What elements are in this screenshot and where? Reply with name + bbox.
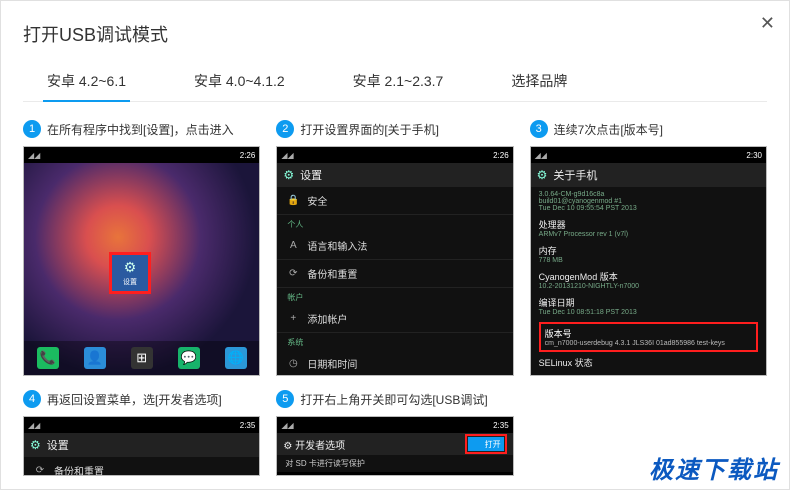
cpu-label: 处理器 (539, 218, 758, 231)
step-text: 连续7次点击[版本号] (554, 121, 663, 138)
step-badge: 5 (276, 390, 294, 408)
step-text: 打开设置界面的[关于手机] (300, 121, 439, 138)
steps-row-1: 1 在所有程序中找到[设置]，点击进入 ◢◢ 2:26 ⚙ 设置 📞 (23, 120, 767, 376)
backup-icon: ⟳ (287, 268, 299, 279)
gear-icon: ⚙ (124, 259, 137, 276)
tab-android-42-61[interactable]: 安卓 4.2~6.1 (43, 63, 130, 101)
clock: 2:26 (240, 151, 256, 160)
backup-icon: ⟳ (34, 465, 46, 476)
app-label: 设置 (123, 277, 137, 287)
dock: 📞 👤 ⊞ 💬 🌐 (24, 341, 259, 375)
tabs: 安卓 4.2~6.1 安卓 4.0~4.1.2 安卓 2.1~2.3.7 选择品… (23, 63, 767, 102)
section-account: 帐户 (277, 288, 512, 305)
language-icon: A (287, 240, 299, 251)
section-personal: 个人 (277, 215, 512, 232)
cm-label: CyanogenMod 版本 (539, 270, 758, 283)
selinux-label: SELinux 状态 (539, 356, 758, 369)
step-text: 在所有程序中找到[设置]，点击进入 (47, 121, 234, 138)
dev-toggle-on: 打开 (468, 437, 504, 451)
phone-screenshot-devoptions: ◢◢ 2:35 ⚙ 开发者选项 打开 对 SD 卡进行读写保护 (276, 416, 513, 476)
clock: 2:35 (493, 421, 509, 430)
browser-icon: 🌐 (225, 347, 247, 369)
tab-select-brand[interactable]: 选择品牌 (507, 63, 571, 101)
step-spacer (530, 390, 767, 476)
steps-container: 1 在所有程序中找到[设置]，点击进入 ◢◢ 2:26 ⚙ 设置 📞 (1, 102, 789, 476)
row-security: 🔒安全 (277, 187, 512, 215)
settings-app-highlight: ⚙ 设置 (109, 252, 151, 294)
row-datetime: ◷日期和时间 (277, 350, 512, 376)
close-icon[interactable]: ✕ (760, 13, 775, 34)
clock: 2:35 (240, 421, 256, 430)
step-4: 4 再返回设置菜单，选[开发者选项] ◢◢ 2:35 ⚙ 设置 ⟳备份和重置 (23, 390, 260, 476)
titlebar-text: 设置 (300, 167, 322, 183)
signal-icon: ◢◢ (281, 151, 293, 160)
about-titlebar: ⚙ 关于手机 (531, 163, 766, 187)
clock-icon: ◷ (287, 358, 299, 369)
step-text: 打开右上角开关即可勾选[USB调试] (300, 391, 487, 408)
step-badge: 3 (530, 120, 548, 138)
gear-icon: ⚙ (283, 441, 292, 452)
clock: 2:26 (493, 151, 509, 160)
step-badge: 2 (276, 120, 294, 138)
phone-screenshot-settings: ◢◢ 2:26 ⚙ 设置 🔒安全 个人 A语言和输入法 ⟳备份和重置 帐户 +添加帐… (276, 146, 513, 376)
clock: 2:30 (746, 151, 762, 160)
phone-icon: 📞 (37, 347, 59, 369)
step-badge: 1 (23, 120, 41, 138)
usb-debug-modal: ✕ 打开USB调试模式 安卓 4.2~6.1 安卓 4.0~4.1.2 安卓 2… (0, 0, 790, 490)
contacts-icon: 👤 (84, 347, 106, 369)
plus-icon: + (287, 313, 299, 324)
step-5: 5 打开右上角开关即可勾选[USB调试] ◢◢ 2:35 ⚙ 开发者选项 打开 对… (276, 390, 513, 476)
about-content: 3.0.64-CM-g9d16c8abuild01@cyanogenmod #1… (531, 187, 766, 375)
phone-screenshot-settings-back: ◢◢ 2:35 ⚙ 设置 ⟳备份和重置 (23, 416, 260, 476)
signal-icon: ◢◢ (28, 151, 40, 160)
status-bar: ◢◢ 2:26 (24, 147, 259, 163)
step-badge: 4 (23, 390, 41, 408)
signal-icon: ◢◢ (535, 151, 547, 160)
settings-titlebar: ⚙ 设置 (277, 163, 512, 187)
tab-android-40-412[interactable]: 安卓 4.0~4.1.2 (190, 63, 289, 101)
section-system: 系统 (277, 333, 512, 350)
memory-label: 内存 (539, 244, 758, 257)
build-number-highlight: 版本号cm_n7000-userdebug 4.3.1 JLS36I 01ad8… (539, 322, 758, 352)
gear-icon: ⚙ (283, 168, 294, 182)
settings-list: 🔒安全 个人 A语言和输入法 ⟳备份和重置 帐户 +添加帐户 系统 ◷日期和时间… (277, 187, 512, 376)
signal-icon: ◢◢ (28, 421, 40, 430)
gear-icon: ⚙ (537, 168, 548, 182)
titlebar-text: 关于手机 (553, 167, 597, 183)
lock-icon: 🔒 (287, 195, 299, 206)
sd-protect-row: 对 SD 卡进行读写保护 (277, 455, 512, 472)
row-add-account: +添加帐户 (277, 305, 512, 333)
toggle-highlight: 打开 (465, 434, 507, 454)
apps-icon: ⊞ (131, 347, 153, 369)
step-text: 再返回设置菜单，选[开发者选项] (47, 391, 222, 408)
modal-title: 打开USB调试模式 (1, 1, 789, 63)
titlebar-text: 开发者选项 (295, 441, 345, 452)
steps-row-2: 4 再返回设置菜单，选[开发者选项] ◢◢ 2:35 ⚙ 设置 ⟳备份和重置 5 打… (23, 390, 767, 476)
row-backup: ⟳备份和重置 (277, 260, 512, 288)
builddate-label: 编译日期 (539, 296, 758, 309)
row-language: A语言和输入法 (277, 232, 512, 260)
tab-android-21-237[interactable]: 安卓 2.1~2.3.7 (349, 63, 448, 101)
step-1: 1 在所有程序中找到[设置]，点击进入 ◢◢ 2:26 ⚙ 设置 📞 (23, 120, 260, 376)
row-backup: ⟳备份和重置 (24, 457, 259, 476)
messages-icon: 💬 (178, 347, 200, 369)
developer-titlebar: ⚙ 开发者选项 打开 (277, 433, 512, 455)
phone-screenshot-about: ◢◢ 2:30 ⚙ 关于手机 3.0.64-CM-g9d16c8abuild01@c… (530, 146, 767, 376)
step-3: 3 连续7次点击[版本号] ◢◢ 2:30 ⚙ 关于手机 3.0.64-CM-g9d… (530, 120, 767, 376)
phone-screenshot-home: ◢◢ 2:26 ⚙ 设置 📞 👤 ⊞ 💬 🌐 (23, 146, 260, 376)
gear-icon: ⚙ (30, 438, 41, 452)
signal-icon: ◢◢ (281, 421, 293, 430)
titlebar-text: 设置 (47, 437, 69, 453)
step-2: 2 打开设置界面的[关于手机] ◢◢ 2:26 ⚙ 设置 🔒安全 个人 A语言和输入… (276, 120, 513, 376)
